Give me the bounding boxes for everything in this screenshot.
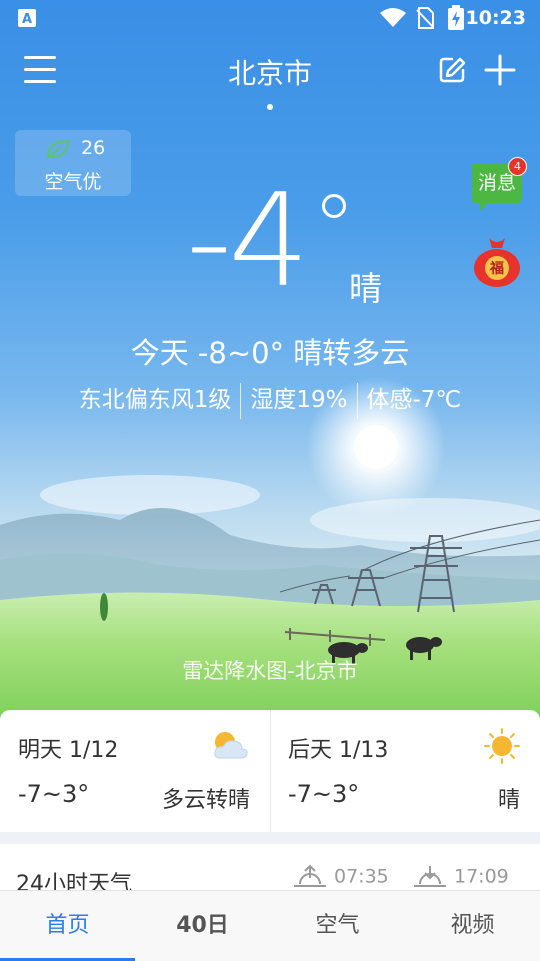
sunset-time: 17:09 xyxy=(454,865,509,888)
sunset-icon xyxy=(414,866,446,887)
status-time: 10:23 xyxy=(465,7,526,29)
add-icon[interactable] xyxy=(484,54,516,86)
current-temperature: -4 xyxy=(186,167,310,316)
sunset-info: 17:09 xyxy=(412,864,509,890)
edit-icon[interactable] xyxy=(438,56,466,84)
message-count-badge: 4 xyxy=(508,157,527,176)
current-condition: 晴 xyxy=(349,269,382,308)
sun-icon xyxy=(484,728,520,764)
tab-40-days[interactable]: 40日 xyxy=(135,891,270,961)
wind-info: 东北偏东风1级 xyxy=(78,387,232,413)
forecast-description: 多云转晴 xyxy=(161,788,250,813)
wifi-icon xyxy=(380,8,406,27)
degree-symbol xyxy=(322,194,346,218)
aqi-value: 26 xyxy=(81,137,106,159)
forecast-tomorrow[interactable]: 明天 1/12 -7~3° 多云转晴 xyxy=(0,710,270,832)
forecast-temp-range: -7~3° xyxy=(18,780,90,808)
weather-details: 东北偏东风1级 湿度19% 体感-7℃ xyxy=(0,380,540,419)
status-bar: A 10:23 xyxy=(0,0,540,36)
forecast-day: 明天 1/12 xyxy=(18,738,119,763)
today-summary: 今天 -8~0° 晴转多云 xyxy=(130,336,410,370)
air-quality-badge[interactable]: 26 空气优 xyxy=(15,130,131,196)
sunrise-icon xyxy=(294,864,326,887)
partly-cloudy-icon xyxy=(214,732,248,759)
feels-like-info: 体感-7℃ xyxy=(366,387,462,413)
forecast-description: 晴 xyxy=(497,788,520,813)
forecast-day: 后天 1/13 xyxy=(288,738,389,763)
svg-text:A: A xyxy=(22,12,32,27)
sunrise-time: 07:35 xyxy=(334,865,389,888)
sunrise-info: 07:35 xyxy=(292,864,389,890)
message-label: 消息 xyxy=(477,172,516,194)
leaf-icon xyxy=(46,139,70,159)
page-indicator-dot xyxy=(267,104,273,110)
lucky-bag-button[interactable]: 福 xyxy=(472,234,522,288)
no-sim-icon xyxy=(416,7,434,29)
lucky-bag-label: 福 xyxy=(490,261,504,277)
forecast-day-after[interactable]: 后天 1/13 -7~3° 晴 xyxy=(270,710,540,832)
tab-video[interactable]: 视频 xyxy=(405,891,540,961)
forecast-temp-range: -7~3° xyxy=(288,780,360,808)
battery-charging-icon xyxy=(448,5,464,30)
tab-home[interactable]: 首页 xyxy=(0,891,135,961)
bottom-tab-bar: 首页 40日 空气 视频 xyxy=(0,890,540,961)
humidity-info: 湿度19% xyxy=(250,387,348,413)
radar-map-link[interactable]: 雷达降水图-北京市 xyxy=(0,655,540,685)
forecast-card: 明天 1/12 -7~3° 多云转晴 后天 1/13 -7~3° 晴 xyxy=(0,710,540,832)
tab-air[interactable]: 空气 xyxy=(270,891,405,961)
a-notification-icon: A xyxy=(18,9,36,27)
aqi-label: 空气优 xyxy=(44,171,102,193)
